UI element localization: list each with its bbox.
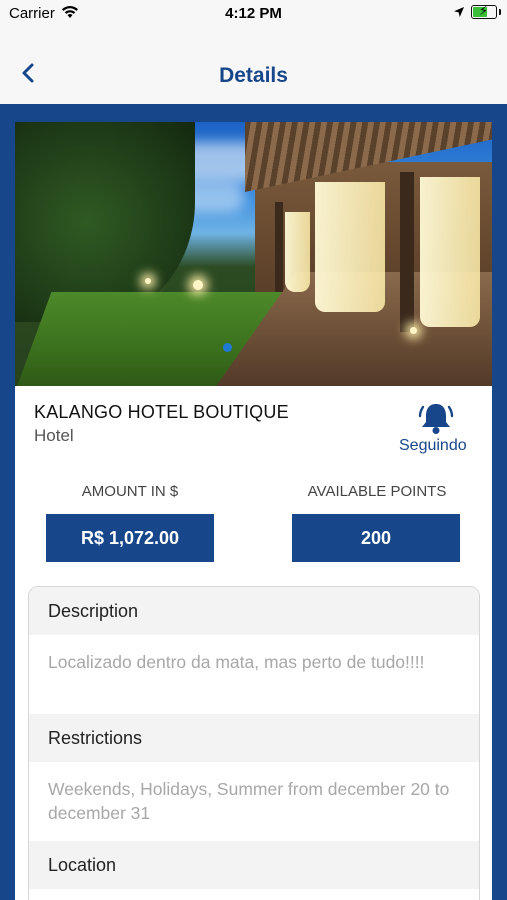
points-value: 200 [292,514,460,562]
carousel-page-indicator[interactable] [223,343,232,352]
info-panel: Description Localizado dentro da mata, m… [28,586,480,900]
amount-label: AMOUNT IN $ [81,483,179,500]
restrictions-text: Weekends, Holidays, Summer from december… [48,779,450,823]
description-header: Description [29,587,479,635]
hotel-card: KALANGO HOTEL BOUTIQUE Hotel Seguindo AM… [15,122,492,900]
restrictions-header: Restrictions [29,714,479,762]
hotel-name: KALANGO HOTEL BOUTIQUE [34,402,289,422]
hotel-type: Hotel [34,426,74,445]
page-title: Details [219,64,288,87]
battery-icon: ⚡ [471,3,501,19]
navigation-bar: Details [0,28,507,104]
amount-value: R$ 1,072.00 [46,514,214,562]
description-title: Description [48,601,139,621]
hotel-photo-carousel[interactable] [15,122,492,386]
details-frame: KALANGO HOTEL BOUTIQUE Hotel Seguindo AM… [0,104,507,900]
clock: 4:12 PM [225,5,282,22]
location-title: Location [48,855,117,875]
location-header: Location [29,841,479,889]
location-arrow-icon [454,7,464,17]
follow-status-label[interactable]: Seguindo [399,437,467,455]
status-bar: Carrier 4:12 PM ⚡ [0,0,507,28]
points-label: AVAILABLE POINTS [307,483,447,500]
restrictions-title: Restrictions [48,728,143,748]
description-text: Localizado dentro da mata, mas perto de … [48,652,425,672]
bell-icon[interactable] [418,401,454,435]
